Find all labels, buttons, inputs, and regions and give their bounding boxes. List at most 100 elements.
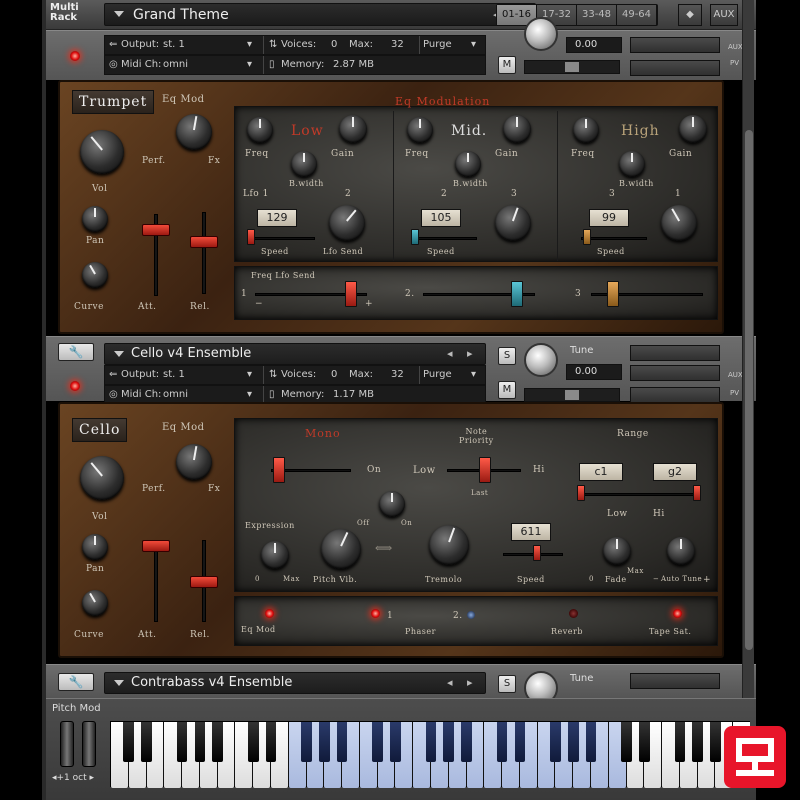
phaser-1-led[interactable] [371, 609, 380, 618]
instrument-name-selector[interactable]: Cello v4 Ensemble ◂ ▸ [104, 343, 486, 365]
black-key[interactable] [123, 722, 135, 762]
mid-speed-slider[interactable] [411, 229, 419, 245]
midi-dropdown-icon[interactable]: ▾ [247, 56, 252, 74]
low-bwidth-knob[interactable] [291, 151, 317, 177]
next-arrow-icon[interactable]: ▸ [467, 676, 473, 689]
black-key[interactable] [176, 722, 188, 762]
high-gain-knob[interactable] [679, 115, 707, 143]
low-lfo-send-knob[interactable] [329, 205, 365, 241]
black-key[interactable] [265, 722, 277, 762]
low-speed-value[interactable]: 129 [257, 209, 297, 227]
high-bwidth-knob[interactable] [619, 151, 645, 177]
auto-tune-knob[interactable] [667, 537, 695, 565]
low-speed-slider[interactable] [247, 229, 255, 245]
instrument-name-selector[interactable]: Contrabass v4 Ensemble ◂ ▸ [104, 672, 486, 694]
release-fader[interactable] [190, 236, 218, 248]
purge-button[interactable]: Purge [423, 36, 452, 54]
dropdown-arrow-icon[interactable] [114, 11, 124, 17]
prev-arrow-icon[interactable]: ◂ [447, 676, 453, 689]
black-key[interactable] [674, 722, 686, 762]
dropdown-arrow-icon[interactable] [114, 351, 124, 357]
pan-knob[interactable] [82, 534, 108, 560]
attack-fader[interactable] [142, 540, 170, 552]
high-freq-knob[interactable] [573, 117, 599, 143]
tab-49-64[interactable]: 49-64 [617, 5, 657, 25]
black-key[interactable] [319, 722, 330, 762]
output-value[interactable]: st. 1 [163, 36, 185, 54]
send-2-slider[interactable] [511, 281, 523, 307]
range-high-value[interactable]: g2 [653, 463, 697, 481]
mono-toggle[interactable] [273, 457, 285, 483]
wrench-icon[interactable]: 🔧 [58, 343, 94, 361]
pan-knob[interactable] [82, 206, 108, 232]
black-key[interactable] [425, 722, 437, 762]
rack-name-selector[interactable]: Grand Theme ◂ ▸ [104, 3, 536, 26]
black-key[interactable] [390, 722, 401, 762]
prev-arrow-icon[interactable]: ◂ [447, 347, 453, 360]
curve-knob[interactable] [82, 590, 108, 616]
black-key[interactable] [141, 722, 152, 762]
black-key[interactable] [621, 722, 632, 762]
midi-value[interactable]: omni [163, 56, 188, 74]
mid-speed-value[interactable]: 105 [421, 209, 461, 227]
tape-sat-led[interactable] [673, 609, 682, 618]
black-key[interactable] [212, 722, 223, 762]
black-key[interactable] [514, 722, 526, 762]
purge-dropdown-icon[interactable]: ▾ [471, 366, 476, 384]
release-fader[interactable] [190, 576, 218, 588]
pitch-wheel[interactable] [60, 721, 74, 767]
volume-knob[interactable] [80, 130, 124, 174]
aux-button[interactable]: AUX [710, 4, 738, 26]
black-key[interactable] [567, 722, 579, 762]
mid-gain-knob[interactable] [503, 115, 531, 143]
mute-button[interactable]: M [498, 56, 516, 74]
solo-button[interactable]: S [498, 675, 516, 693]
speed-value[interactable]: 611 [511, 523, 551, 541]
mid-bwidth-knob[interactable] [455, 151, 481, 177]
purge-button[interactable]: Purge [423, 366, 452, 384]
mid-lfo-send-knob[interactable] [495, 205, 531, 241]
mod-wheel[interactable] [82, 721, 96, 767]
volume-knob[interactable] [80, 456, 124, 500]
black-key[interactable] [301, 722, 312, 762]
high-speed-value[interactable]: 99 [589, 209, 629, 227]
low-gain-knob[interactable] [339, 115, 367, 143]
max-value[interactable]: 32 [391, 36, 404, 54]
range-high-handle[interactable] [693, 485, 701, 501]
send-1-slider[interactable] [345, 281, 357, 307]
black-key[interactable] [550, 722, 561, 762]
mute-button[interactable]: M [498, 381, 516, 399]
tune-knob[interactable] [524, 17, 558, 51]
tune-value[interactable]: 0.00 [566, 364, 622, 380]
speed-slider[interactable] [533, 545, 541, 561]
perf-fx-knob[interactable] [176, 444, 212, 480]
send-3-slider[interactable] [607, 281, 619, 307]
tab-33-48[interactable]: 33-48 [577, 5, 617, 25]
range-low-value[interactable]: c1 [579, 463, 623, 481]
solo-button[interactable]: S [498, 347, 516, 365]
black-key[interactable] [639, 722, 650, 762]
tune-value[interactable]: 0.00 [566, 37, 622, 53]
expression-knob[interactable] [261, 541, 289, 569]
scrollbar-thumb[interactable] [745, 130, 753, 650]
purge-dropdown-icon[interactable]: ▾ [471, 36, 476, 54]
vib-toggle-knob[interactable] [379, 491, 405, 517]
range-low-handle[interactable] [577, 485, 585, 501]
diamond-icon[interactable]: ◆ [678, 4, 702, 26]
pan-slider[interactable] [524, 60, 620, 74]
black-key[interactable] [496, 722, 508, 762]
pitch-vib-knob[interactable] [321, 529, 361, 569]
output-dropdown-icon[interactable]: ▾ [247, 366, 252, 384]
piano-keyboard[interactable] [110, 721, 750, 788]
black-key[interactable] [585, 722, 597, 762]
next-arrow-icon[interactable]: ▸ [467, 347, 473, 360]
tremolo-knob[interactable] [429, 525, 469, 565]
high-speed-slider[interactable] [583, 229, 591, 245]
rack-scrollbar[interactable] [742, 0, 754, 698]
black-key[interactable] [247, 722, 259, 762]
black-key[interactable] [194, 722, 206, 762]
reverb-led[interactable] [569, 609, 578, 618]
output-value[interactable]: st. 1 [163, 366, 185, 384]
volume-slider[interactable] [630, 60, 720, 76]
note-priority-slider[interactable] [479, 457, 491, 483]
